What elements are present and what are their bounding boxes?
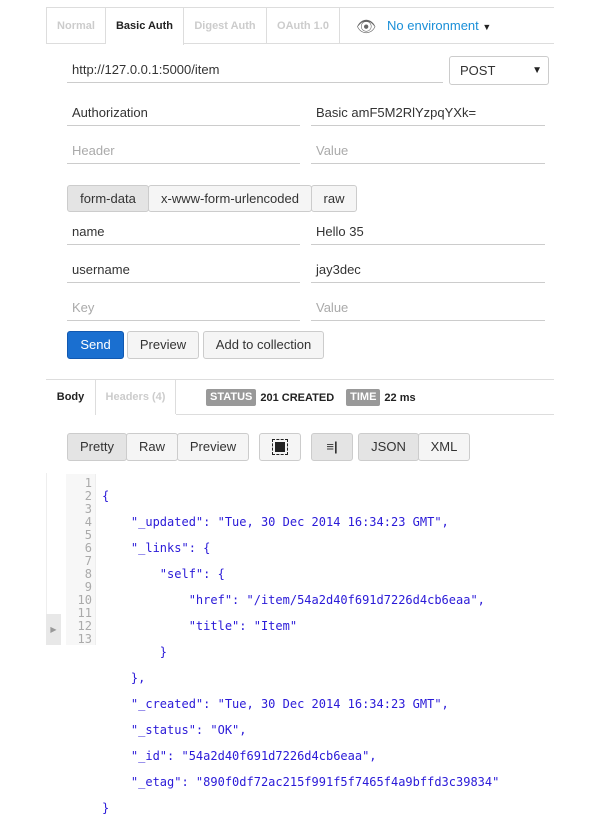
view-pretty[interactable]: Pretty — [67, 433, 127, 461]
wrap-lines-icon: ≡| — [326, 439, 338, 454]
status-badge: STATUS — [206, 389, 257, 406]
line-numbers: 1 2 3 4 5 6 7 8 9 10 11 12 13 — [66, 474, 96, 646]
code-line: "title": "Item" — [102, 619, 298, 633]
header-value[interactable]: Basic amF5M2RlYzpqYXk= — [311, 99, 545, 126]
add-to-collection-button[interactable]: Add to collection — [203, 331, 324, 359]
caret-down-icon: ▼ — [482, 22, 492, 32]
code-line: "_created": "Tue, 30 Dec 2014 16:34:23 G… — [102, 697, 449, 711]
tab-oauth[interactable]: OAuth 1.0 — [267, 8, 340, 44]
code-line: } — [102, 801, 110, 815]
send-button[interactable]: Send — [67, 331, 124, 359]
method-select[interactable]: POST ▼ — [449, 56, 549, 85]
triangle-right-icon: ▶ — [50, 625, 57, 634]
form-value-input[interactable]: Value — [311, 294, 545, 321]
form-key-input[interactable]: Key — [67, 294, 300, 321]
header-key-input[interactable]: Header — [67, 137, 300, 164]
tabs-border — [46, 43, 106, 44]
tab-normal[interactable]: Normal — [46, 8, 106, 44]
response-body: 1 2 3 4 5 6 7 8 9 10 11 12 13 { "_updated": "Tue, 30… — [66, 474, 554, 815]
wrap-button[interactable]: ≡| — [311, 433, 353, 461]
code-line: "self": { — [102, 567, 225, 581]
caret-down-icon: ▼ — [532, 65, 542, 76]
code-line: "_status": "OK", — [102, 723, 247, 737]
code-line: { — [102, 489, 110, 503]
tab-basic-auth[interactable]: Basic Auth — [106, 8, 184, 45]
code-line: "_updated": "Tue, 30 Dec 2014 16:34:23 G… — [102, 515, 449, 529]
format-json[interactable]: JSON — [358, 433, 419, 461]
format-xml[interactable]: XML — [418, 433, 470, 461]
form-key[interactable]: name — [67, 218, 300, 245]
fullscreen-icon — [272, 439, 288, 455]
environment-label: No environment — [387, 18, 479, 33]
form-key[interactable]: username — [67, 256, 300, 283]
view-preview[interactable]: Preview — [177, 433, 249, 461]
body-mode-form-data[interactable]: form-data — [67, 185, 149, 212]
form-value[interactable]: Hello 35 — [311, 218, 545, 245]
header-value-input[interactable]: Value — [311, 137, 545, 164]
fullscreen-button[interactable] — [259, 433, 301, 461]
status-value: 201 CREATED — [260, 391, 335, 404]
form-value[interactable]: jay3dec — [311, 256, 545, 283]
environment-selector[interactable]: No environment ▼ — [387, 18, 491, 33]
url-input[interactable]: http://127.0.0.1:5000/item — [67, 56, 443, 83]
code-line: } — [102, 645, 168, 659]
code-line: "_links": { — [102, 541, 211, 555]
code-line: "_etag": "890f0df72ac215f991f5f7465f4a9b… — [102, 775, 500, 789]
response-meta: STATUS 201 CREATED TIME 22 ms — [206, 389, 416, 406]
line-number: 13 — [77, 632, 92, 646]
tab-digest-auth[interactable]: Digest Auth — [184, 8, 267, 44]
header-key[interactable]: Authorization — [67, 99, 300, 126]
divider — [176, 414, 554, 415]
time-value: 22 ms — [384, 391, 416, 404]
expand-sidebar-button[interactable]: ▶ — [46, 614, 61, 645]
tabs-border — [184, 43, 554, 44]
preview-button[interactable]: Preview — [127, 331, 199, 359]
response-tab-headers[interactable]: Headers (4) — [96, 380, 176, 414]
code-lines: { "_updated": "Tue, 30 Dec 2014 16:34:23… — [102, 477, 499, 828]
method-value: POST — [460, 63, 496, 78]
body-mode-urlencoded[interactable]: x-www-form-urlencoded — [148, 185, 312, 212]
eye-icon: 👁 — [356, 19, 377, 36]
code-line: "href": "/item/54a2d40f691d7226d4cb6eaa"… — [102, 593, 485, 607]
view-raw[interactable]: Raw — [126, 433, 178, 461]
body-mode-raw[interactable]: raw — [311, 185, 357, 212]
response-tab-body[interactable]: Body — [46, 380, 96, 415]
code-line: }, — [102, 671, 146, 685]
time-badge: TIME — [346, 389, 381, 406]
code-line: "_id": "54a2d40f691d7226d4cb6eaa", — [102, 749, 377, 763]
